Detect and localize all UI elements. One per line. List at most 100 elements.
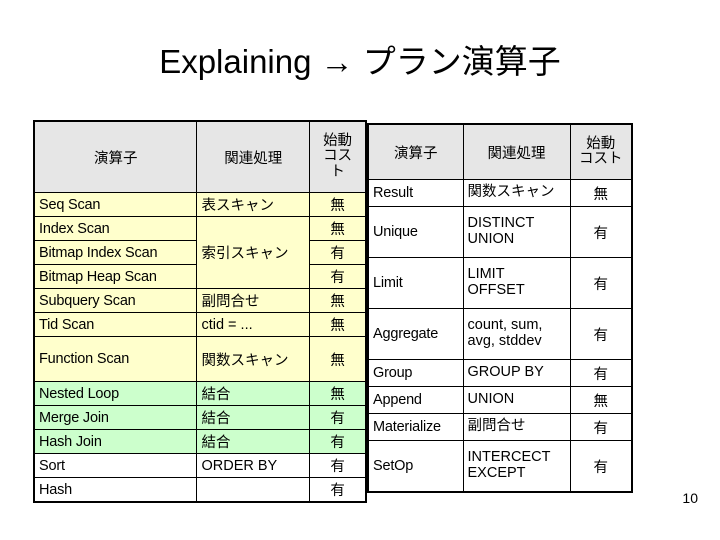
column-header-startup-cost: 始動 コスト xyxy=(569,123,633,180)
startup-cost-value: 有 xyxy=(569,440,633,493)
startup-cost-value: 有 xyxy=(569,308,633,360)
startup-cost-value: 有 xyxy=(309,405,367,430)
table-row: Sort ORDER BY 有 xyxy=(33,453,367,478)
startup-cost-value: 無 xyxy=(569,386,633,414)
startup-cost-value: 無 xyxy=(309,381,367,406)
startup-cost-value: 有 xyxy=(309,429,367,454)
table-row: Subquery Scan 副問合せ 無 xyxy=(33,288,367,313)
startup-cost-value: 有 xyxy=(569,413,633,441)
related-process: 関数スキャン xyxy=(462,179,571,207)
table-row: Tid Scan ctid = ... 無 xyxy=(33,312,367,337)
table-row: Limit LIMIT OFFSET 有 xyxy=(367,257,633,309)
startup-cost-value: 有 xyxy=(569,257,633,309)
operator-name: Subquery Scan xyxy=(33,288,198,313)
operator-name: Seq Scan xyxy=(33,192,198,217)
related-process: 結合 xyxy=(196,429,311,454)
related-process-line-1: count, sum, xyxy=(467,317,543,334)
related-process-line-1: 副問合せ xyxy=(467,418,526,435)
startup-cost-value: 無 xyxy=(309,312,367,337)
table-row: Group GROUP BY 有 xyxy=(367,359,633,387)
startup-cost-line-3: ト xyxy=(330,163,345,180)
startup-cost-value: 無 xyxy=(569,179,633,207)
operator-name: Sort xyxy=(33,453,198,478)
startup-cost-value: 有 xyxy=(569,359,633,387)
operator-name: Index Scan xyxy=(33,216,198,241)
related-process: count, sum, avg, stddev xyxy=(462,308,571,360)
column-header-operator: 演算子 xyxy=(33,120,198,193)
related-process-line-2: OFFSET xyxy=(467,282,525,298)
related-process-line-1: GROUP BY xyxy=(467,364,544,381)
related-process: 結合 xyxy=(196,405,311,430)
startup-cost-value: 有 xyxy=(309,240,367,265)
operator-name: Hash Join xyxy=(33,429,198,454)
operator-name: Group xyxy=(367,359,464,387)
related-process-line-1: INTERCECT xyxy=(467,449,551,466)
column-header-related-process: 関連処理 xyxy=(462,123,571,180)
startup-cost-line-1: 始動 xyxy=(586,135,616,152)
table-row: Result 関数スキャン 無 xyxy=(367,179,633,207)
startup-cost-value: 有 xyxy=(569,206,633,258)
startup-cost-line-1: 始動 xyxy=(323,133,353,150)
operator-name: Tid Scan xyxy=(33,312,198,337)
operator-name: Aggregate xyxy=(367,308,464,360)
page-title: Explaining → プラン演算子 xyxy=(159,43,561,80)
column-header-startup-cost: 始動 コス ト xyxy=(309,120,367,193)
related-process: ORDER BY xyxy=(196,453,311,478)
table-row: Function Scan 関数スキャン 無 xyxy=(33,336,367,382)
page-number: 10 xyxy=(682,490,698,506)
startup-cost-value: 無 xyxy=(309,336,367,382)
table-row: Aggregate count, sum, avg, stddev 有 xyxy=(367,308,633,360)
column-header-operator: 演算子 xyxy=(367,123,464,180)
operator-name: Bitmap Heap Scan xyxy=(33,264,198,289)
operator-name: Append xyxy=(367,386,464,414)
operator-name: Merge Join xyxy=(33,405,198,430)
related-process: LIMIT OFFSET xyxy=(462,257,571,309)
related-process-line-2: EXCEPT xyxy=(467,465,526,481)
related-process: 表スキャン xyxy=(196,192,311,217)
table-row: SetOp INTERCECT EXCEPT 有 xyxy=(367,440,633,493)
related-process-line-1: DISTINCT xyxy=(467,215,535,232)
related-process-line-2: avg, stddev xyxy=(467,333,542,349)
operator-name: Unique xyxy=(367,206,464,258)
startup-cost-value: 有 xyxy=(309,477,367,503)
operator-name: SetOp xyxy=(367,440,464,493)
table-row: Merge Join 結合 有 xyxy=(33,405,367,430)
operator-name: Materialize xyxy=(367,413,464,441)
related-process: 索引スキャン xyxy=(196,216,311,289)
plan-operator-table-left: 演算子 関連処理 始動 コス ト Seq Scan 表スキャン 無 Index … xyxy=(33,120,367,503)
table-row: Nested Loop 結合 無 xyxy=(33,381,367,406)
operator-name: Nested Loop xyxy=(33,381,198,406)
table-row: Append UNION 無 xyxy=(367,386,633,414)
related-process: INTERCECT EXCEPT xyxy=(462,440,571,493)
column-header-related-process: 関連処理 xyxy=(196,120,311,193)
related-process-line-1: LIMIT xyxy=(467,266,505,283)
startup-cost-value: 無 xyxy=(309,192,367,217)
related-process xyxy=(196,477,311,503)
operator-name: Limit xyxy=(367,257,464,309)
table-row: Hash 有 xyxy=(33,477,367,503)
related-process: 副問合せ xyxy=(196,288,311,313)
related-process: ctid = ... xyxy=(196,312,311,337)
related-process: 副問合せ xyxy=(462,413,571,441)
related-process: 結合 xyxy=(196,381,311,406)
table-row: Hash Join 結合 有 xyxy=(33,429,367,454)
table-left-header-row: 演算子 関連処理 始動 コス ト xyxy=(33,120,367,193)
table-row: Unique DISTINCT UNION 有 xyxy=(367,206,633,258)
table-right-header-row: 演算子 関連処理 始動 コスト xyxy=(367,123,633,180)
related-process: GROUP BY xyxy=(462,359,571,387)
related-process: DISTINCT UNION xyxy=(462,206,571,258)
startup-cost-line-2: コスト xyxy=(579,151,623,167)
table-row: Materialize 副問合せ 有 xyxy=(367,413,633,441)
table-row: Index Scan 索引スキャン 無 xyxy=(33,216,367,289)
startup-cost-value: 有 xyxy=(309,264,367,289)
operator-name: Function Scan xyxy=(33,336,198,382)
related-process-line-1: UNION xyxy=(467,391,515,408)
table-row: Seq Scan 表スキャン 無 xyxy=(33,192,367,217)
related-process: 関数スキャン xyxy=(196,336,311,382)
startup-cost-value: 有 xyxy=(309,453,367,478)
startup-cost-line-2: コス xyxy=(323,148,353,165)
operator-name: Bitmap Index Scan xyxy=(33,240,198,265)
related-process-line-1: 関数スキャン xyxy=(467,184,555,201)
plan-operator-table-right: 演算子 関連処理 始動 コスト Result 関数スキャン 無 Unique D… xyxy=(367,123,633,493)
related-process: UNION xyxy=(462,386,571,414)
